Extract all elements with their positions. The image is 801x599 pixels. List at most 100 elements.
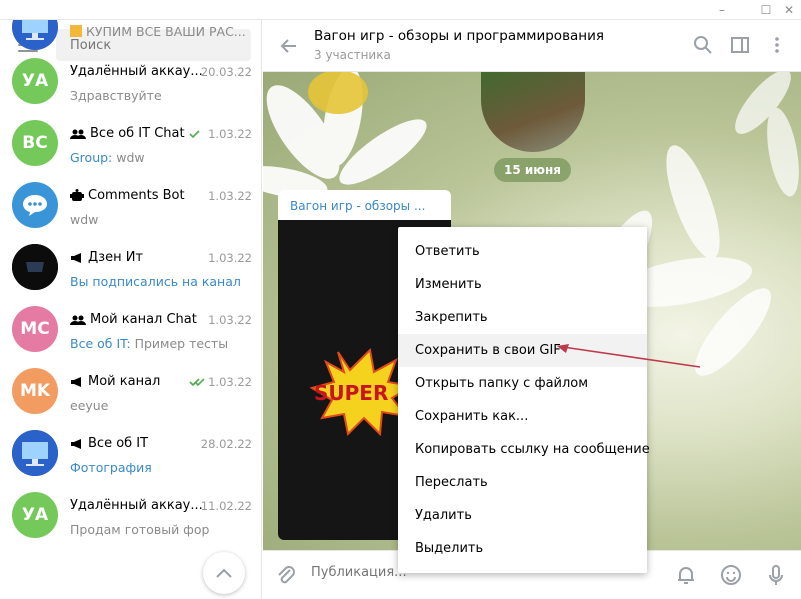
emoji-icon[interactable]	[720, 563, 742, 587]
chat-time-text: 20.03.22	[200, 65, 252, 79]
group-icon	[70, 129, 86, 139]
bot-icon	[70, 189, 84, 201]
group-icon	[70, 315, 86, 325]
chat-time-text: 28.02.22	[200, 437, 252, 451]
chat-name: Удалённый аккау...	[70, 498, 203, 513]
package-icon	[70, 25, 82, 37]
monitor-logo-icon	[12, 430, 58, 476]
megaphone-icon	[71, 376, 81, 387]
chat-preview-text: wdw	[116, 150, 145, 165]
chat-name: Все об IT	[70, 436, 148, 451]
avatar	[12, 244, 58, 290]
avatar	[12, 20, 58, 50]
context-menu-item[interactable]: Сохранить как...	[398, 400, 647, 433]
chat-name: Удалённый аккау...	[70, 64, 203, 79]
chat-time: 28.02.22	[201, 437, 252, 451]
sidebar: КУПИМ ВСЕ ВАШИ РАС... УА Удалённый аккау..…	[0, 20, 262, 599]
search-icon[interactable]	[692, 34, 714, 56]
chat-header: Вагон игр - обзоры и программирования 3 …	[263, 20, 801, 72]
chat-preview-text: КУПИМ ВСЕ ВАШИ РАС...	[86, 24, 246, 39]
scroll-up-button[interactable]	[203, 552, 245, 594]
chat-list-item[interactable]: MC Мой канал Chat 1.03.22 Все об IT: Пример…	[0, 298, 261, 360]
microphone-icon[interactable]	[765, 563, 787, 587]
chat-list-item[interactable]: Дзен Ит 1.03.22 Вы подписались на канал	[0, 236, 261, 298]
chat-time: 1.03.22	[189, 127, 252, 141]
megaphone-icon	[71, 438, 81, 449]
chat-list-item[interactable]: КУПИМ ВСЕ ВАШИ РАС...	[0, 20, 261, 50]
chat-preview: Здравствуйте	[70, 88, 162, 103]
channel-logo-icon	[12, 244, 58, 290]
chat-name-text: Удалённый аккау...	[70, 64, 203, 79]
read-check-icon	[189, 130, 200, 139]
avatar	[12, 182, 58, 228]
window-titlebar: – ☐ ✕	[0, 0, 801, 20]
gif-caption: SUPER	[314, 381, 388, 405]
maximize-button[interactable]: ☐	[755, 0, 777, 20]
avatar: УА	[12, 58, 58, 104]
chat-time: 11.02.22	[201, 499, 252, 513]
megaphone-icon	[71, 252, 81, 263]
chevron-up-icon	[216, 568, 232, 578]
chat-preview: eeyue	[70, 398, 108, 413]
chat-name: Дзен Ит	[70, 250, 143, 265]
monitor-logo-icon	[12, 20, 58, 50]
context-menu-item[interactable]: Переслать	[398, 466, 647, 499]
chat-preview-highlight: Group:	[70, 150, 113, 165]
chat-preview-highlight: Фотография	[70, 460, 152, 475]
close-button[interactable]: ✕	[778, 0, 800, 20]
chat-preview: wdw	[70, 212, 98, 227]
avatar: MC	[12, 306, 58, 352]
chat-preview-text: Здравствуйте	[70, 88, 162, 103]
context-menu-item[interactable]: Выделить	[398, 532, 647, 565]
context-menu-item[interactable]: Ответить	[398, 235, 647, 268]
chat-name-text: Удалённый аккау...	[70, 498, 203, 513]
chat-time-text: 1.03.22	[208, 189, 252, 203]
minimize-button[interactable]: –	[711, 0, 733, 20]
chat-time: 1.03.22	[189, 375, 252, 389]
chat-list-item[interactable]: MK Мой канал 1.03.22 eeyue	[0, 360, 261, 422]
chat-name: Мой канал Chat	[70, 312, 197, 327]
chat-time: 20.03.22	[201, 65, 252, 79]
chat-name-text: Мой канал	[88, 374, 161, 389]
chat-list-item[interactable]: УА Удалённый аккау... 20.03.22 Здравствуйте	[0, 50, 261, 112]
more-vertical-icon[interactable]	[766, 34, 788, 56]
chat-name-text: Comments Bot	[88, 188, 185, 203]
message-sender[interactable]: Вагон игр - обзоры ...	[278, 190, 451, 220]
paperclip-icon[interactable]	[275, 563, 297, 587]
context-menu: Ответить Изменить Закрепить Сохранить в сво…	[398, 227, 650, 573]
read-check-icon	[189, 378, 205, 387]
chat-list-item[interactable]: Comments Bot 1.03.22 wdw	[0, 174, 261, 236]
sidebar-toggle-icon[interactable]	[729, 34, 751, 56]
context-menu-item[interactable]: Изменить	[398, 268, 647, 301]
chat-preview: КУПИМ ВСЕ ВАШИ РАС...	[70, 24, 246, 39]
chat-time-text: 1.03.22	[208, 313, 252, 327]
back-arrow-icon[interactable]	[279, 36, 299, 56]
chat-list: КУПИМ ВСЕ ВАШИ РАС... УА Удалённый аккау..…	[0, 20, 261, 546]
chat-title[interactable]: Вагон игр - обзоры и программирования	[314, 28, 604, 44]
avatar: MK	[12, 368, 58, 414]
bell-icon[interactable]	[675, 563, 697, 587]
chat-preview-text: eeyue	[70, 398, 109, 413]
chat-time: 1.03.22	[208, 313, 252, 327]
chat-list-item[interactable]: УА Удалённый аккау... 11.02.22 Продам готов…	[0, 484, 261, 546]
chat-time-text: 1.03.22	[208, 375, 252, 389]
annotation-arrow-icon	[557, 344, 701, 368]
chat-list-item[interactable]: BC Все об IT Chat 1.03.22 Group: wdw	[0, 112, 261, 174]
chat-list-item[interactable]: Все об IT 28.02.22 Фотография	[0, 422, 261, 484]
chat-preview: Вы подписались на канал	[70, 274, 241, 289]
context-menu-item[interactable]: Закрепить	[398, 301, 647, 334]
context-menu-item[interactable]: Копировать ссылку на сообщение	[398, 433, 650, 466]
chat-preview-text: wdw	[70, 212, 99, 227]
chat-time-text: 1.03.22	[208, 251, 252, 265]
chat-preview: Все об IT: Пример тесты	[70, 336, 228, 351]
chat-preview-highlight: Вы подписались на канал	[70, 274, 241, 289]
chat-bubble-icon	[23, 195, 47, 216]
context-menu-item[interactable]: Удалить	[398, 499, 647, 532]
chat-name-text: Дзен Ит	[88, 250, 143, 265]
chat-name: Мой канал	[70, 374, 160, 389]
avatar	[12, 430, 58, 476]
chat-time: 1.03.22	[208, 251, 252, 265]
avatar: УА	[12, 492, 58, 538]
chat-time-text: 1.03.22	[208, 127, 252, 141]
chat-member-count: 3 участника	[314, 48, 391, 62]
